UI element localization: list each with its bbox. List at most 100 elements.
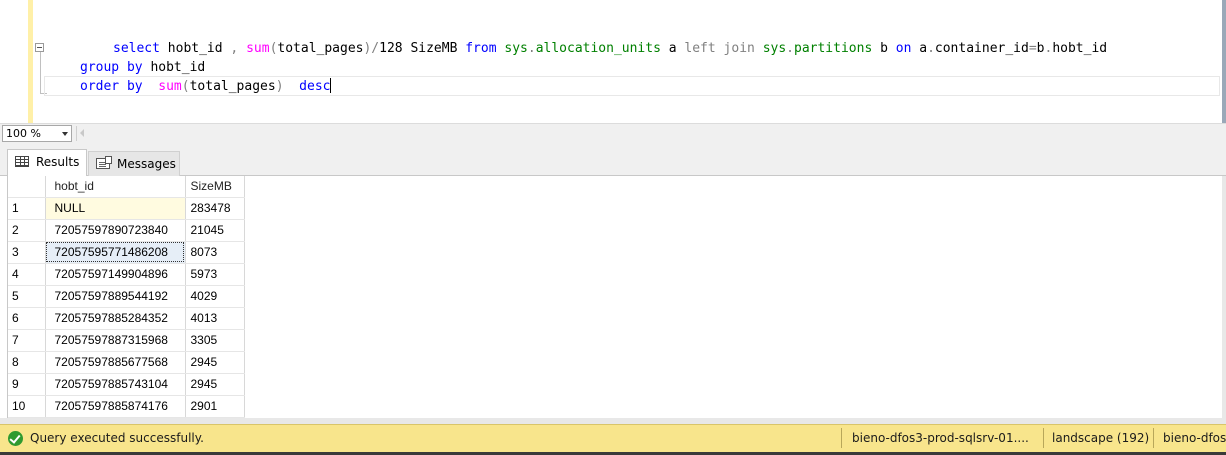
operator: . (927, 41, 935, 56)
system-object: allocation_units (535, 41, 661, 56)
tab-results[interactable]: Results (7, 149, 87, 176)
row-number-header[interactable] (8, 176, 46, 198)
status-user: bieno-dfos (1163, 431, 1226, 445)
table-row[interactable]: 10 72057597885874176 2901 (8, 395, 245, 418)
code-line-previous (200, 0, 850, 6)
cell-sizemb[interactable]: 283478 (185, 197, 245, 220)
keyword: group by (80, 60, 143, 75)
cell-hobt-id[interactable]: 72057597890723840 (45, 219, 186, 242)
column-header-sizemb[interactable]: SizeMB (185, 176, 245, 198)
tab-messages[interactable]: Messages (88, 151, 180, 176)
row-number[interactable]: 10 (8, 395, 46, 418)
code-area[interactable]: select hobt_id , sum(total_pages)/128 Si… (0, 0, 1220, 123)
keyword: from (465, 41, 497, 56)
cell-sizemb[interactable]: 3305 (185, 329, 245, 352)
cell-sizemb[interactable]: 2901 (185, 395, 245, 418)
cell-sizemb[interactable]: 2945 (185, 373, 245, 396)
table-row[interactable]: 4 72057597149904896 5973 (8, 263, 245, 286)
cell-sizemb[interactable]: 21045 (185, 219, 245, 242)
table-row[interactable]: 1 NULL 283478 (8, 197, 245, 220)
table-row[interactable]: 6 72057597885284352 4013 (8, 307, 245, 330)
header-row: hobt_id SizeMB (8, 176, 245, 198)
status-server: bieno-dfos3-prod-sqlsrv-01.... (852, 431, 1029, 445)
cell-sizemb[interactable]: 5973 (185, 263, 245, 286)
function: sum (246, 41, 270, 56)
identifier: hobt_id (159, 41, 231, 56)
row-number[interactable]: 9 (8, 373, 46, 396)
identifier (238, 41, 246, 56)
table-row[interactable]: 9 72057597885743104 2945 (8, 373, 245, 396)
cell-hobt-id[interactable]: NULL (45, 197, 186, 220)
identifier: a (911, 41, 928, 56)
scroll-left-icon[interactable] (80, 129, 84, 137)
cell-hobt-id[interactable]: 72057595771486208 (45, 241, 186, 264)
operator: . (786, 41, 794, 56)
results-table[interactable]: hobt_id SizeMB 1 NULL 283478 2 7205759789072… (8, 176, 245, 418)
cell-hobt-id[interactable]: 72057597885284352 (45, 307, 186, 330)
cell-hobt-id[interactable]: 72057597885874176 (45, 395, 186, 418)
tab-messages-label: Messages (117, 157, 176, 171)
row-number[interactable]: 4 (8, 263, 46, 286)
identifier: total_pages (189, 79, 276, 94)
identifier: b (872, 41, 896, 56)
status-message: Query executed successfully. (30, 431, 204, 445)
operator: ( (181, 79, 190, 94)
divider (76, 126, 77, 141)
status-separator (1153, 428, 1154, 448)
table-row[interactable]: 3 72057595771486208 8073 (8, 241, 245, 264)
zoom-value: 100 % (6, 127, 41, 140)
operator: ) (275, 79, 284, 94)
keyword: desc (299, 79, 331, 94)
system-object: partitions (794, 41, 873, 56)
cell-hobt-id[interactable]: 72057597885677568 (45, 351, 186, 374)
messages-icon (96, 156, 112, 169)
identifier: container_id (934, 41, 1029, 56)
code-line-3[interactable]: order by sum(total_pages) desc (80, 77, 332, 96)
identifier: a (660, 41, 685, 56)
column-header-hobt-id[interactable]: hobt_id (45, 176, 186, 198)
cell-sizemb[interactable]: 4029 (185, 285, 245, 308)
operator: = (1028, 41, 1037, 56)
row-number[interactable]: 1 (8, 197, 46, 220)
system-object: sys (762, 41, 787, 56)
identifier: total_pages (277, 41, 364, 56)
row-number[interactable]: 6 (8, 307, 46, 330)
system-object: sys (504, 41, 528, 56)
identifier: hobt_id (1052, 41, 1108, 56)
identifier: 128 SizeMB (379, 41, 466, 56)
results-tabstrip: Results Messages (0, 143, 1226, 176)
function: sum (158, 79, 182, 94)
zoom-dropdown[interactable]: 100 % (2, 125, 72, 142)
row-number[interactable]: 8 (8, 351, 46, 374)
table-row[interactable]: 8 72057597885677568 2945 (8, 351, 245, 374)
code-line-2[interactable]: group by hobt_id (80, 58, 205, 77)
keyword: left join (684, 41, 755, 56)
row-number[interactable]: 3 (8, 241, 46, 264)
status-separator (1043, 428, 1044, 448)
grid-right-border (1222, 176, 1226, 418)
chevron-down-icon (62, 132, 68, 136)
identifier: hobt_id (142, 60, 206, 75)
text-caret (330, 78, 332, 93)
row-number[interactable]: 7 (8, 329, 46, 352)
results-grid[interactable]: hobt_id SizeMB 1 NULL 283478 2 7205759789072… (0, 176, 1226, 418)
cell-hobt-id[interactable]: 72057597889544192 (45, 285, 186, 308)
keyword: on (895, 41, 912, 56)
operator: . (527, 41, 536, 56)
identifier (143, 79, 159, 94)
table-row[interactable]: 5 72057597889544192 4029 (8, 285, 245, 308)
query-editor[interactable]: select hobt_id , sum(total_pages)/128 Si… (0, 0, 1226, 123)
code-line-1[interactable]: select hobt_id , sum(total_pages)/128 Si… (113, 39, 1107, 58)
cell-sizemb[interactable]: 2945 (185, 351, 245, 374)
cell-hobt-id[interactable]: 72057597149904896 (45, 263, 186, 286)
table-row[interactable]: 7 72057597887315968 3305 (8, 329, 245, 352)
cell-hobt-id[interactable]: 72057597887315968 (45, 329, 186, 352)
grid-icon (15, 156, 29, 167)
row-number[interactable]: 2 (8, 219, 46, 242)
cell-sizemb[interactable]: 4013 (185, 307, 245, 330)
row-number[interactable]: 5 (8, 285, 46, 308)
cell-hobt-id[interactable]: 72057597885743104 (45, 373, 186, 396)
cell-sizemb[interactable]: 8073 (185, 241, 245, 264)
table-row[interactable]: 2 72057597890723840 21045 (8, 219, 245, 242)
status-separator (841, 428, 842, 448)
